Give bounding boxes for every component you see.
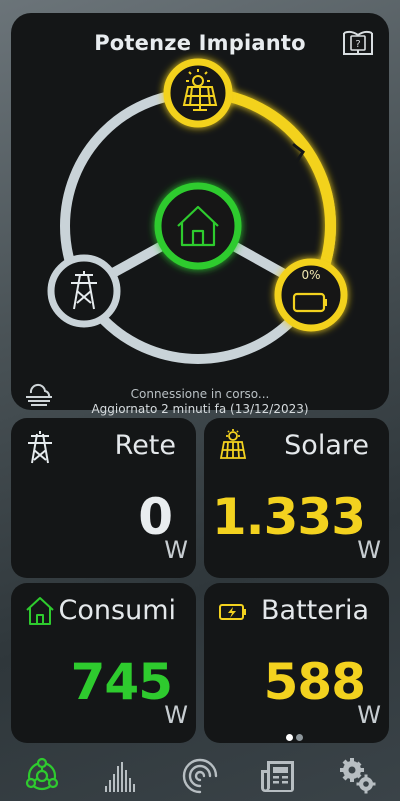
manual-book-icon[interactable]: ? xyxy=(341,27,375,57)
home-node[interactable] xyxy=(154,182,242,270)
nav-news[interactable] xyxy=(248,752,308,800)
spiral-gauge-icon xyxy=(182,758,218,794)
card-batteria-value: 588 xyxy=(263,653,366,711)
card-consumi-label: Consumi xyxy=(58,595,176,626)
card-rete-unit: W xyxy=(164,536,188,564)
page-indicator xyxy=(286,734,306,742)
panel-title: Potenze Impianto xyxy=(94,31,306,55)
nav-energy-flow[interactable] xyxy=(12,752,72,800)
bar-chart-icon xyxy=(105,762,135,792)
svg-text:?: ? xyxy=(355,39,360,50)
page-dot[interactable] xyxy=(296,734,303,741)
card-consumi-unit: W xyxy=(164,701,188,729)
power-flow-panel: Potenze Impianto ? 0% Connessione in cor… xyxy=(11,13,389,416)
bottom-navigation xyxy=(0,752,400,801)
solar-node[interactable] xyxy=(163,58,233,128)
card-batteria-unit: W xyxy=(357,701,381,729)
card-batteria-label: Batteria xyxy=(261,595,369,626)
grid-node[interactable] xyxy=(47,254,121,328)
card-solare[interactable]: Solare 1.333 W xyxy=(204,418,389,578)
card-rete[interactable]: Rete 0 W xyxy=(11,418,196,578)
card-solare-label: Solare xyxy=(284,430,369,461)
card-rete-label: Rete xyxy=(114,430,176,461)
nav-gauge[interactable] xyxy=(170,752,230,800)
battery-percent: 0% xyxy=(301,268,321,282)
power-flow-diagram xyxy=(47,58,348,364)
solar-panel-icon xyxy=(219,429,247,459)
energy-flow-icon xyxy=(25,757,59,791)
house-icon xyxy=(26,597,54,625)
card-batteria[interactable]: Batteria 588 W xyxy=(204,583,389,743)
page-dot-active[interactable] xyxy=(286,734,293,741)
power-tower-icon xyxy=(28,431,52,464)
nav-settings[interactable] xyxy=(328,752,388,800)
card-consumi-value: 745 xyxy=(70,653,173,711)
nav-history-chart[interactable] xyxy=(90,752,150,800)
card-solare-value: 1.333 xyxy=(211,488,366,546)
gears-icon xyxy=(340,758,376,794)
last-updated: Aggiornato 2 minuti fa (13/12/2023) xyxy=(91,402,309,416)
card-solare-unit: W xyxy=(357,536,381,564)
card-consumi[interactable]: Consumi 745 W xyxy=(11,583,196,743)
connection-status: Connessione in corso... xyxy=(130,387,270,401)
battery-charging-icon xyxy=(219,604,246,620)
newspaper-icon xyxy=(261,761,294,792)
